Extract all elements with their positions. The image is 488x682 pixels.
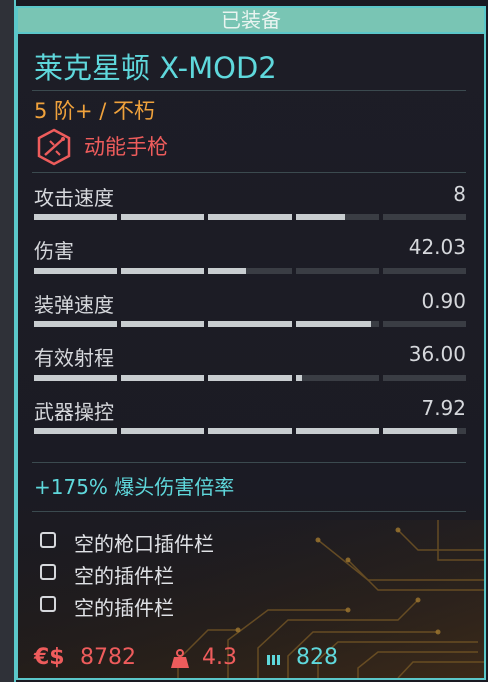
stat-value-handling: 7.92 [421, 396, 466, 420]
left-rail [0, 0, 16, 682]
divider [32, 511, 466, 512]
stat-bar-reload-speed [34, 321, 466, 327]
power-weapon-icon [37, 128, 71, 166]
bar-fill [34, 214, 118, 220]
price-value: 8782 [80, 645, 136, 670]
bar-segment [382, 321, 466, 327]
weight-value: 4.3 [202, 645, 237, 670]
bar-fill [382, 428, 458, 434]
stat-label-damage: 伤害 [34, 239, 74, 263]
bar-fill [208, 375, 292, 381]
stat-bar-effective-range [34, 375, 466, 381]
stat-bar-attack-speed [34, 214, 466, 220]
equipped-header: 已装备 [16, 6, 486, 34]
bar-fill [121, 321, 205, 327]
ammo-value: 828 [296, 645, 338, 670]
bar-fill [208, 268, 246, 274]
bar-fill [34, 428, 118, 434]
slot-muzzle[interactable]: 空的枪口插件栏 [40, 528, 300, 556]
weight-icon [171, 649, 189, 668]
bar-segment [295, 268, 379, 274]
ammo-icon [267, 655, 280, 665]
bar-fill [208, 321, 292, 327]
bar-fill [121, 375, 205, 381]
stat-value-damage: 42.03 [408, 235, 466, 259]
stat-value-attack-speed: 8 [453, 182, 466, 206]
currency-icon: €$ [34, 645, 65, 670]
item-tooltip: 已装备 莱克星顿 X-MOD2 5 阶+ / 不朽 动能手枪 攻击速度 8 伤害… [0, 0, 488, 682]
bar-fill [208, 214, 292, 220]
bar-fill [295, 321, 371, 327]
stat-bar-damage [34, 268, 466, 274]
stat-value-reload-speed: 0.90 [421, 289, 466, 313]
bar-fill [121, 268, 205, 274]
stat-label-reload-speed: 装弹速度 [34, 293, 114, 317]
divider [32, 462, 466, 463]
bar-fill [121, 214, 205, 220]
slot-mod-1[interactable]: 空的插件栏 [40, 560, 240, 588]
bar-fill [208, 428, 292, 434]
bar-fill [34, 268, 118, 274]
stat-label-handling: 武器操控 [34, 400, 114, 424]
slot-mod-2[interactable]: 空的插件栏 [40, 592, 240, 620]
checkbox[interactable] [40, 532, 56, 548]
bar-fill [34, 375, 118, 381]
bar-segment [382, 268, 466, 274]
stat-label-attack-speed: 攻击速度 [34, 186, 114, 210]
stat-bar-handling [34, 428, 466, 434]
slot-label: 空的插件栏 [74, 596, 174, 620]
weapon-name: 莱克星顿 X-MOD2 [34, 51, 277, 85]
slot-label: 空的插件栏 [74, 564, 174, 588]
bar-fill [121, 428, 205, 434]
bar-fill [295, 214, 346, 220]
bar-fill [295, 375, 302, 381]
checkbox[interactable] [40, 564, 56, 580]
weapon-tier: 5 阶+ / 不朽 [34, 99, 156, 123]
slot-label: 空的枪口插件栏 [74, 532, 214, 556]
checkbox[interactable] [40, 596, 56, 612]
divider [32, 90, 466, 91]
weapon-type: 动能手枪 [84, 135, 168, 159]
bar-segment [382, 375, 466, 381]
stat-value-effective-range: 36.00 [408, 342, 466, 366]
bar-segment [295, 375, 379, 381]
stat-label-effective-range: 有效射程 [34, 346, 114, 370]
bar-fill [34, 321, 118, 327]
divider [32, 172, 466, 173]
perk-headshot-multiplier: +175% 爆头伤害倍率 [34, 475, 235, 499]
bar-segment [382, 214, 466, 220]
bar-fill [295, 428, 379, 434]
